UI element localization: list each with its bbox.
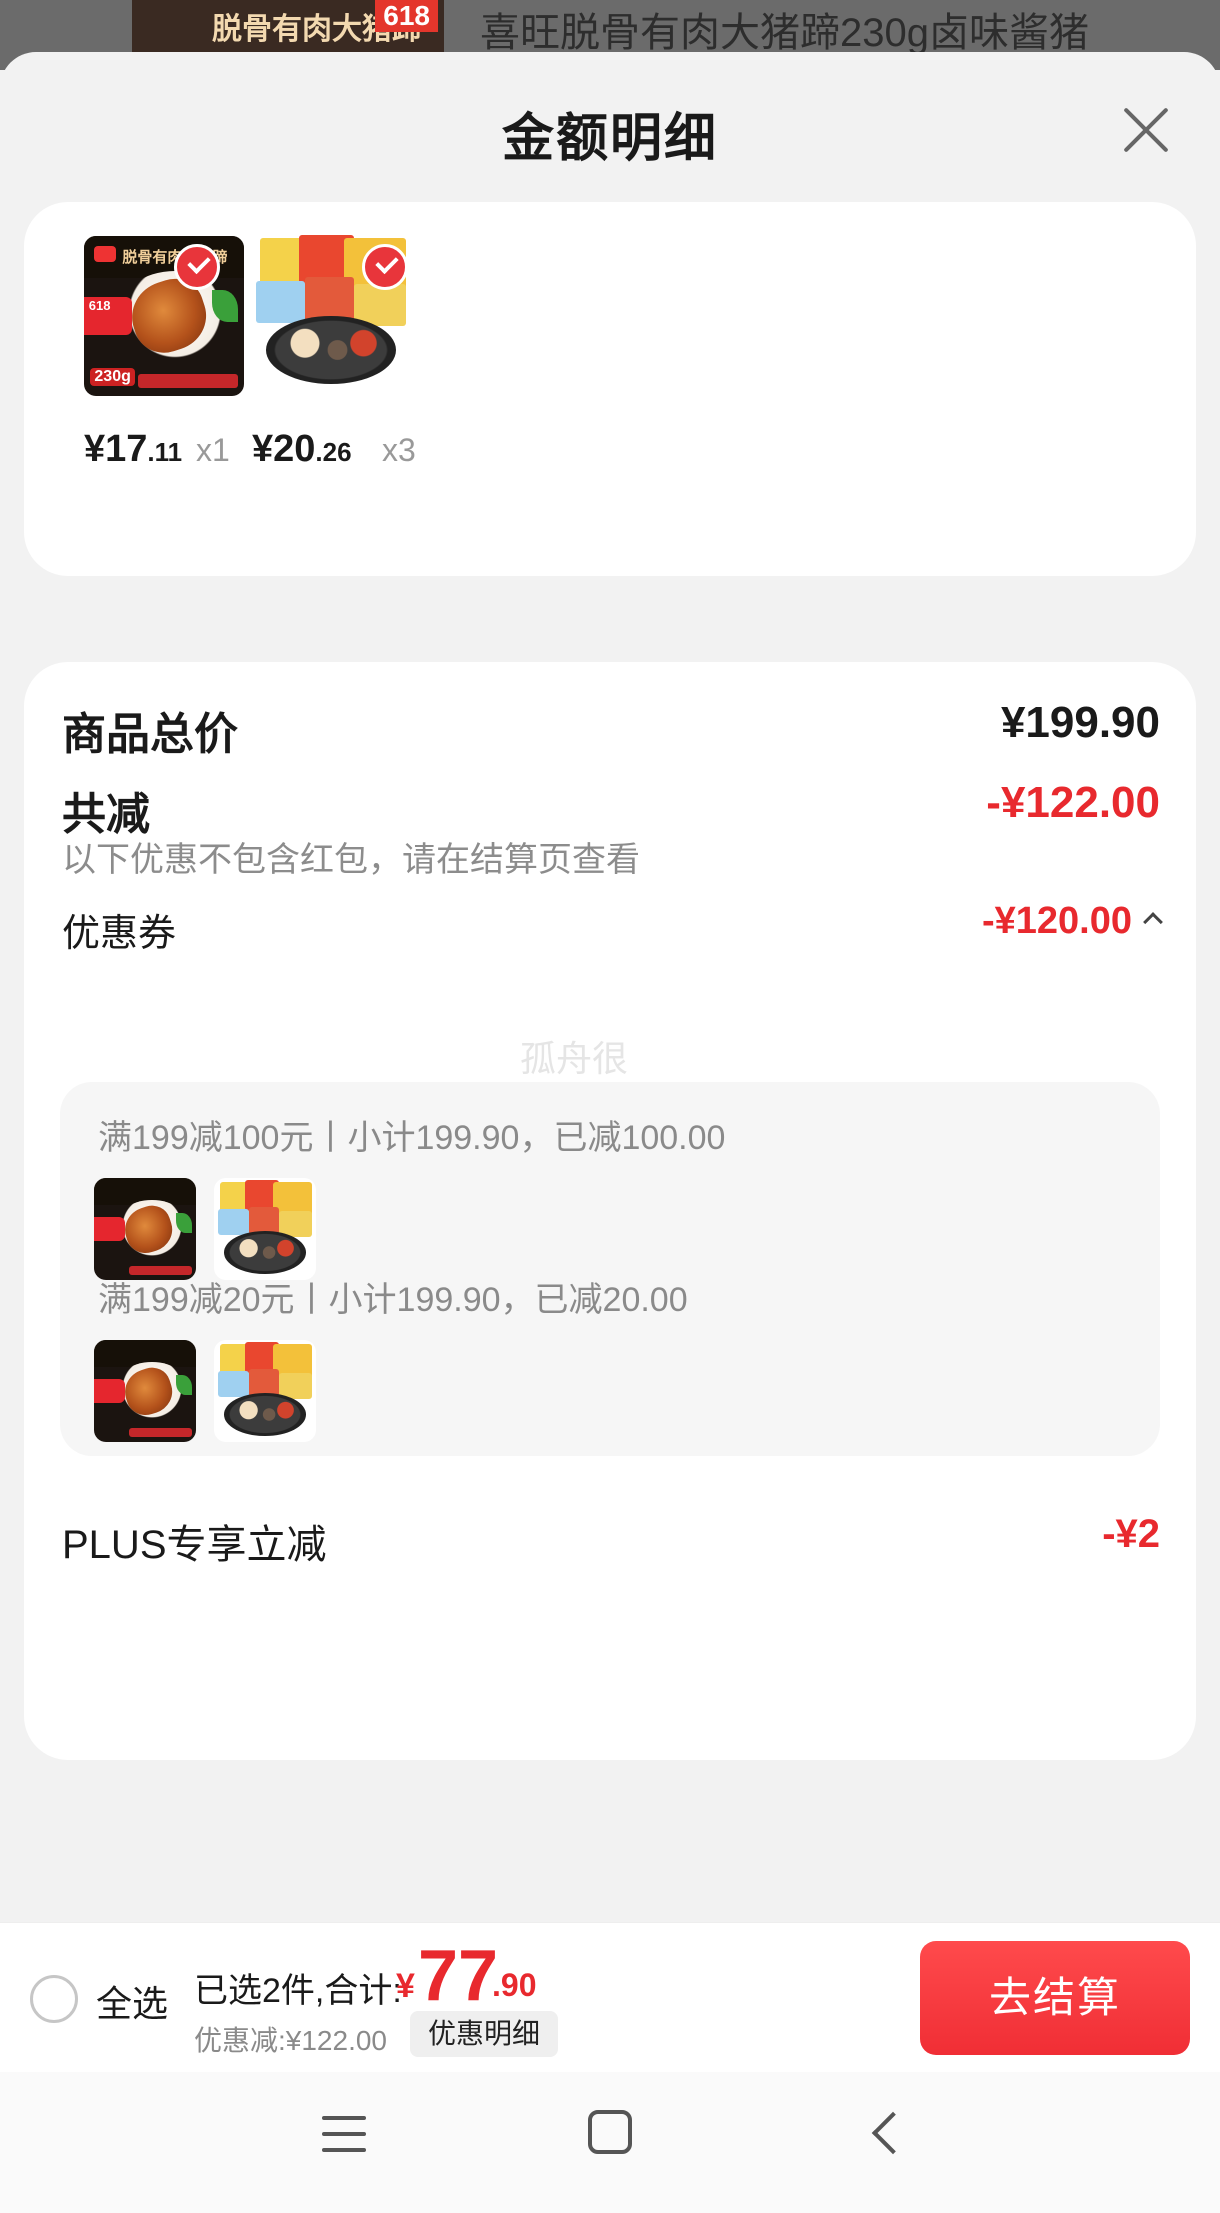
watermark-text: 孤舟很 [520, 1038, 629, 1079]
package-image [218, 1208, 249, 1236]
item-price-integer: ¥17 [84, 428, 148, 470]
coupon-toggle[interactable]: -¥120.00 [981, 900, 1163, 943]
item-price: ¥17.11 [84, 428, 182, 471]
thumb-footer-strip [128, 1427, 192, 1437]
total-amount-decimal: .90 [492, 1967, 537, 2003]
brand-logo-icon [93, 245, 116, 262]
coupon-item-thumbnail [214, 1178, 316, 1280]
item-selected-check-icon[interactable] [362, 244, 408, 290]
system-navigation-bar [0, 2072, 1220, 2213]
back-icon[interactable] [866, 2110, 910, 2154]
item-price-integer: ¥20 [252, 428, 316, 470]
promo-badge: 618 [84, 296, 132, 336]
select-all-radio[interactable] [30, 1975, 78, 2023]
item-price-decimal: .26 [315, 437, 352, 467]
coupon-item-thumbnail [94, 1178, 196, 1280]
coupon-rule-text: 满199减20元丨小计199.90，已减20.00 [98, 1281, 688, 1319]
coupon-breakdown: 满199减100元丨小计199.90，已减100.00 满199减20元丨小计1… [60, 1082, 1160, 1456]
background-product-title: 喜旺脱骨有肉大猪蹄230g卤味酱猪 [480, 11, 1089, 55]
close-icon[interactable] [1120, 104, 1170, 154]
weight-label: 230g [90, 368, 135, 387]
reduction-note: 以下优惠不包含红包，请在结算页查看 [62, 841, 640, 879]
coupon-item-thumbnail [214, 1340, 316, 1442]
promo-badge [94, 1216, 125, 1242]
item-quantity: x1 [196, 432, 230, 468]
item-quantity: x3 [382, 432, 416, 468]
hotpot-image [224, 1393, 306, 1436]
background-product-thumbnail: 脱骨有肉大猪蹄 618 [132, 0, 444, 60]
checkout-button[interactable]: 去结算 [920, 1941, 1190, 2055]
total-amount-integer: 77 [418, 1936, 499, 2016]
total-price-value: ¥199.90 [1000, 698, 1160, 747]
coupon-item-thumbnail [94, 1340, 196, 1442]
coupon-value: -¥120.00 [981, 900, 1132, 942]
plus-discount-label: PLUS专享立减 [62, 1523, 327, 1567]
menu-line [322, 2116, 366, 2120]
package-image [256, 280, 306, 323]
item-price: ¥20.26 [252, 428, 352, 471]
menu-icon[interactable] [322, 2112, 366, 2156]
item-price-decimal: .11 [147, 437, 183, 467]
total-currency: ¥ [396, 1967, 415, 2005]
total-price-label: 商品总价 [62, 710, 238, 759]
background-thumb-tag: 618 [375, 0, 438, 32]
coupon-rule-text: 满199减100元丨小计199.90，已减100.00 [98, 1119, 726, 1157]
hotpot-image [266, 316, 396, 385]
chevron-up-icon [1143, 912, 1163, 932]
thumb-footer-strip [138, 373, 238, 388]
hotpot-image [224, 1231, 306, 1274]
selected-items-card: 脱骨有肉大猪蹄 618 230g ¥17.11 x1 ¥20.26 x3 [24, 202, 1196, 576]
plus-discount-value: -¥2 [1102, 1512, 1160, 1556]
sheet-title: 金额明细 [501, 110, 718, 168]
package-image [218, 1370, 249, 1398]
amount-detail-sheet: 金额明细 脱骨有肉大猪蹄 618 230g ¥17.11 x1 [0, 52, 1220, 2213]
select-all-label[interactable]: 全选 [96, 1975, 168, 2027]
promo-badge [94, 1378, 125, 1404]
selection-summary: 已选2件,合计: [194, 1972, 402, 2010]
discount-detail-button[interactable]: 优惠明细 [410, 2011, 559, 2057]
price-detail-card: 商品总价 ¥199.90 共减 -¥122.00 以下优惠不包含红包，请在结算页… [24, 662, 1196, 1760]
discount-summary: 优惠减:¥122.00 [194, 2025, 387, 2056]
item-selected-check-icon[interactable] [174, 244, 220, 290]
menu-line [322, 2132, 366, 2136]
menu-line [322, 2148, 366, 2152]
coupon-label: 优惠券 [62, 913, 177, 955]
home-icon[interactable] [588, 2110, 632, 2154]
total-reduction-value: -¥122.00 [986, 778, 1160, 827]
item-thumbnail-pork-trotter[interactable]: 脱骨有肉大猪蹄 618 230g [84, 236, 244, 396]
promo-badge-text: 618 [88, 298, 111, 314]
checkout-bar: 全选 已选2件,合计: ¥ 77 .90 优惠减:¥122.00 优惠明细 去结… [0, 1922, 1220, 2072]
